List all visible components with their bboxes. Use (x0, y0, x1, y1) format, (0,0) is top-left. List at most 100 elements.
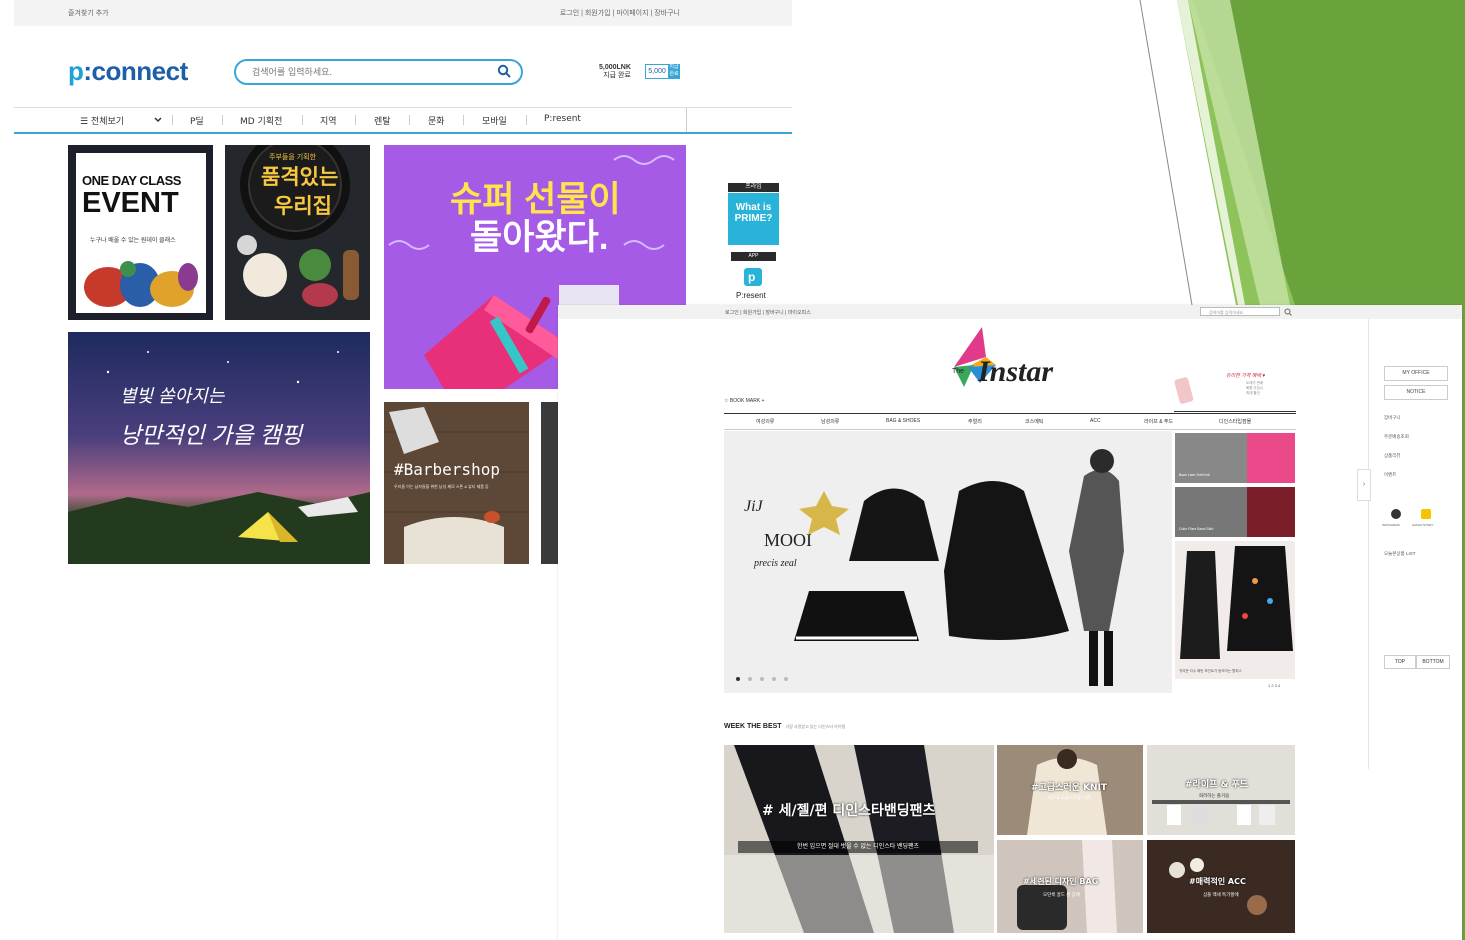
instar-page: 로그인 | 회원가입 | 장바구니 | 마이오피스 검색어를 입력하세요 The… (558, 305, 1462, 940)
svg-text:MOOI: MOOI (764, 530, 812, 550)
banner-dining-sub: 주부들을 기획한 (269, 154, 317, 161)
nav-item-md[interactable]: MD 기획전 (240, 114, 282, 127)
instar-account-links[interactable]: 로그인 | 회원가입 | 장바구니 | 마이오피스 (725, 309, 811, 316)
bottom-button[interactable]: BOTTOM (1416, 655, 1450, 669)
banner-dining-title-2: 우리집 (274, 195, 332, 218)
banner-camping-title-2: 낭만적인 가을 캠핑 (120, 422, 303, 448)
svg-text:JiJ: JiJ (744, 498, 764, 515)
side-product-1[interactable]: Back Lace Soft Knit (1175, 433, 1295, 483)
banner-super-title-1: 슈퍼 선물이 (450, 180, 621, 219)
pconnect-top-bar: 즐겨찾기 추가 로그인 | 회원가입 | 마이페이지 | 장바구니 (14, 0, 792, 26)
points-label: 지급 완료 (603, 72, 631, 79)
cat-item-life-food[interactable]: 라이프 & 푸드 (1144, 418, 1173, 425)
instar-search-input[interactable]: 검색어를 입력하세요 (1200, 307, 1280, 316)
account-links[interactable]: 로그인 | 회원가입 | 마이페이지 | 장바구니 (560, 8, 680, 18)
bookmark-link[interactable]: 즐겨찾기 추가 (68, 8, 109, 18)
slider-dot[interactable] (772, 677, 776, 681)
present-app-icon[interactable]: p (744, 268, 762, 286)
nav-item-region[interactable]: 지역 (320, 114, 337, 127)
main-slider[interactable]: JiJ MOOI precis zeal (724, 431, 1172, 693)
nav-item-present[interactable]: P:resent (544, 114, 581, 124)
slider-dot-active[interactable] (736, 677, 740, 681)
banner-oneday-sub: 누구나 배울 수 있는 원데이 클래스 (90, 238, 176, 244)
cat-item-cosmetic[interactable]: 코스메틱 (1025, 418, 1043, 425)
points-info: 5,000LNK 지급 완료 (599, 64, 631, 80)
best-item-3[interactable]: #라이프 & 푸드 화려하는 즐거움 (1147, 745, 1295, 835)
best-item-2-sub: 시크 & 고급스러운 니트 (1047, 795, 1092, 800)
banner-barbershop-sub: 우리들 이는 남자들을 위한 남성 제모 스톤 & 뷰티 제품 등 (394, 484, 489, 489)
kakao-label: KAKAO STORY (1412, 523, 1434, 527)
side-product-2[interactable]: Color Flare Band Skirt (1175, 487, 1295, 537)
side-link-event[interactable]: 이벤트 (1384, 472, 1396, 478)
banner-dining[interactable]: 주부들을 기획한 품격있는 우리집 (225, 145, 370, 320)
cat-item-men[interactable]: 남성의류 (821, 418, 839, 425)
banner-event-title: EVENT (82, 187, 179, 219)
slider-pagination[interactable]: 1 2 3 4 (1268, 683, 1280, 688)
divider (1174, 411, 1296, 412)
banner-barbershop-title: #Barbershop (394, 460, 500, 479)
banner-barbershop[interactable]: #Barbershop 우리들 이는 남자들을 위한 남성 제모 스톤 & 뷰티… (384, 402, 529, 564)
side-link-review[interactable]: 상품리뷰 (1384, 453, 1401, 459)
banner-camping-title-1: 별빛 쏟아지는 (120, 386, 225, 406)
instar-promo-sub: 도매가 판매 회원 가입시 최대 할인 (1246, 381, 1264, 395)
craft-items-image (84, 261, 198, 307)
top-button[interactable]: TOP (1384, 655, 1416, 669)
pants-image (724, 745, 994, 933)
slider-dot[interactable] (760, 677, 764, 681)
side-product-1-text: Back Lace Soft Knit (1179, 473, 1210, 477)
banner-partial[interactable] (541, 402, 558, 564)
instar-bookmark[interactable]: ☆ BOOK MARK + (724, 398, 764, 404)
side-product-2-text: Color Flare Band Skirt (1179, 527, 1214, 531)
instar-logo[interactable]: Instar (978, 355, 1053, 389)
cat-item-bag-shoes[interactable]: BAG & SHOES (886, 418, 920, 424)
best-item-2-caption: #고급스러운 KNIT (1031, 783, 1108, 793)
instar-top-bar: 로그인 | 회원가입 | 장바구니 | 마이오피스 검색어를 입력하세요 (558, 305, 1462, 319)
best-item-4[interactable]: #세련된 디자인 BAG 모던룩 골드 센 갑에 (997, 840, 1143, 933)
fashion-slider-image: JiJ MOOI precis zeal (744, 449, 1124, 686)
banner-camping[interactable]: 별빛 쏟아지는 낭만적인 가을 캠핑 (68, 332, 370, 564)
app-label: APP (731, 252, 776, 261)
chevron-down-icon[interactable] (154, 117, 162, 123)
banner-oneday-class[interactable]: ONE DAY CLASS EVENT 누구나 배울 수 있는 원데이 클래스 (68, 145, 213, 320)
best-item-1[interactable]: # 세/젤/편 디인스타밴딩팬츠 한번 입으면 절대 벗을 수 없는 디인스타 … (724, 745, 994, 933)
week-best-title: WEEK THE BEST 가장 사랑받고 있는 디인스타 아이템 (724, 723, 845, 730)
present-label: P:resent (736, 291, 766, 300)
nav-item-pdeal[interactable]: P딜 (190, 114, 204, 127)
side-product-3-text: 귀여운 자수 패턴 포인트가 돋보이는 원피스 (1179, 669, 1242, 673)
pconnect-logo[interactable]: p:connect (68, 56, 188, 87)
nav-all-menu[interactable]: ☰ 전체보기 (80, 114, 124, 127)
search-icon[interactable] (1284, 308, 1292, 316)
slider-dot[interactable] (748, 677, 752, 681)
nav-item-culture[interactable]: 문화 (428, 114, 445, 127)
cat-item-women[interactable]: 여성의류 (756, 418, 774, 425)
search-icon[interactable] (497, 64, 511, 78)
chevron-right-icon[interactable]: › (1357, 469, 1371, 501)
side-product-3[interactable]: 귀여운 자수 패턴 포인트가 돋보이는 원피스 (1175, 541, 1295, 679)
best-item-4-sub: 모던룩 골드 센 갑에 (1043, 892, 1080, 897)
nav-item-mobile[interactable]: 모바일 (482, 114, 507, 127)
best-item-5[interactable]: #매력적인 ACC 심플 액세 특가할에 (1147, 840, 1295, 933)
best-item-4-caption: #세련된 디자인 BAG (1023, 877, 1099, 886)
nav-item-rental[interactable]: 렌탈 (374, 114, 391, 127)
side-link-cart[interactable]: 장바구니 (1384, 415, 1401, 421)
best-item-2[interactable]: #고급스러운 KNIT 시크 & 고급스러운 니트 (997, 745, 1143, 835)
points-button[interactable]: 지급 완료 (668, 64, 680, 79)
cat-item-acc[interactable]: ACC (1090, 418, 1101, 424)
banner-super-title-2: 돌아왔다. (470, 218, 609, 257)
best-item-3-caption: #라이프 & 푸드 (1185, 780, 1249, 790)
slider-dot[interactable] (784, 677, 788, 681)
best-item-5-caption: #매력적인 ACC (1189, 877, 1246, 886)
points-amount: 5,000LNK (599, 64, 631, 71)
barbershop-image (384, 402, 529, 564)
side-link-order[interactable]: 주문배송조회 (1384, 434, 1409, 440)
kakao-story-icon[interactable] (1421, 509, 1431, 519)
prime-text: What is PRIME? (734, 202, 773, 224)
cat-item-jewelry[interactable]: 주얼리 (968, 418, 982, 425)
notice-button[interactable]: NOTICE (1384, 385, 1448, 400)
instagram-icon[interactable] (1391, 509, 1401, 519)
phone-image (1174, 377, 1194, 404)
cat-item-instar-mall[interactable]: 디인스타입점몰 (1219, 418, 1251, 425)
my-office-button[interactable]: MY OFFICE (1384, 366, 1448, 381)
prime-button[interactable]: What is PRIME? (728, 193, 779, 245)
search-input[interactable] (250, 64, 484, 82)
